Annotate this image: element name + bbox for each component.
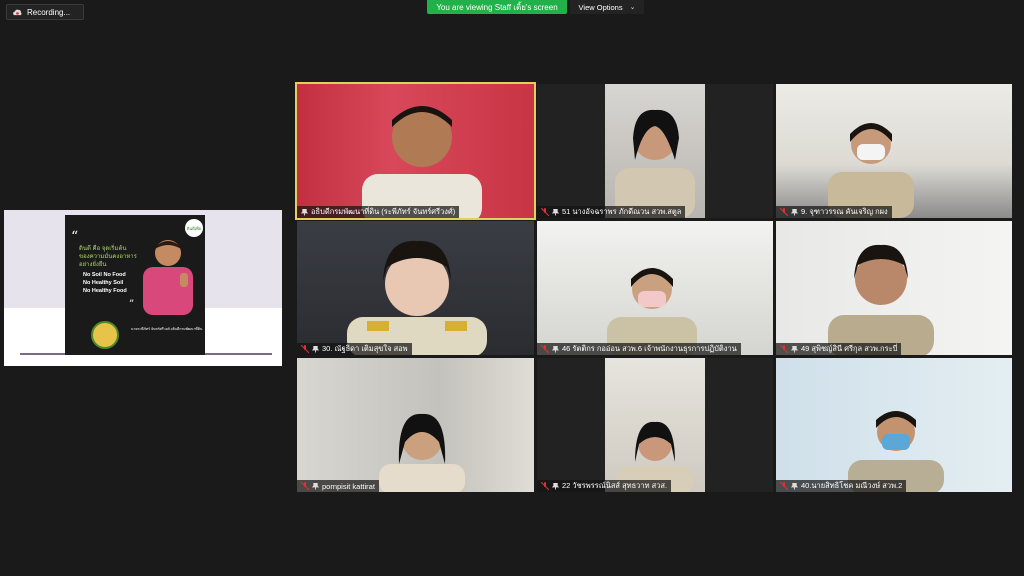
shared-screen[interactable]: “ ดินดี คือ จุดเริ่มต้น ของความมั่นคงอาห… — [4, 210, 282, 366]
viewing-text: You are viewing Staff เติ้ย's screen — [436, 2, 558, 12]
participant-name-tag: 40.นายสิทธิโชค มณีวงษ์ สวพ.2 — [776, 480, 907, 492]
participant-name: 22 วัชรพรรณ์นิสส์ สุทธวาท สวส. — [562, 481, 668, 490]
participant-name: อธิบดีกรมพัฒนาที่ดิน (ระพีภัทร์ จันทร์ศร… — [311, 207, 456, 216]
participant-name-tag: 49 สุพิชญ์สินี ศรีกุล สวพ.กระบี่ — [776, 343, 902, 355]
participant-name: 51 นางอัจฉราพร ภักดีณวน สวพ.สตูล — [562, 207, 682, 216]
close-quote-icon: ” — [129, 299, 135, 310]
video-tile[interactable]: pornpisit kattirat — [297, 358, 534, 492]
video-tile[interactable]: 9. จุฑาวรรณ คันเจริญ กผง — [776, 84, 1012, 218]
english-line: No Soil No Food — [83, 272, 126, 278]
view-options-button[interactable]: View Options ⌄ — [570, 0, 644, 14]
video-tile[interactable]: 46 รัตติกร กออ่อน สวพ.6 เจ้าพนักงานธุรกา… — [537, 221, 773, 355]
pin-icon — [552, 208, 559, 216]
participant-video — [607, 268, 697, 355]
pin-icon — [791, 208, 798, 216]
participant-video — [362, 106, 482, 218]
video-tile[interactable]: 30. ณัฐธิดา เติมสุขใจ สอพ — [297, 221, 534, 355]
pin-icon — [791, 482, 798, 490]
participant-video — [828, 123, 914, 218]
pin-icon — [552, 482, 559, 490]
pin-icon — [312, 482, 319, 490]
participant-name-tag: 46 รัตติกร กออ่อน สวพ.6 เจ้าพนักงานธุรกา… — [537, 343, 741, 355]
video-tile[interactable]: 40.นายสิทธิโชค มณีวงษ์ สวพ.2 — [776, 358, 1012, 492]
participant-video — [848, 411, 944, 492]
open-quote-icon: “ — [71, 229, 79, 245]
headline-line: ดินดี คือ จุดเริ่มต้น — [79, 246, 127, 252]
participant-video — [615, 109, 695, 218]
participant-name: 40.นายสิทธิโชค มณีวงษ์ สวพ.2 — [801, 481, 903, 490]
video-tile[interactable]: 51 นางอัจฉราพร ภักดีณวน สวพ.สตูล — [537, 84, 773, 218]
video-tile-host[interactable]: อธิบดีกรมพัฒนาที่ดิน (ระพีภัทร์ จันทร์ศร… — [295, 82, 536, 220]
headline-line: อย่างยั่งยืน — [79, 262, 107, 268]
pin-icon — [791, 345, 798, 353]
english-line: No Healthy Food — [83, 288, 127, 294]
poster-headline: ดินดี คือ จุดเริ่มต้น ของความมั่นคงอาหาร… — [79, 245, 149, 269]
recording-indicator[interactable]: Recording... — [6, 4, 84, 20]
viewing-screen-banner: You are viewing Staff เติ้ย's screen — [427, 0, 567, 14]
department-emblem — [91, 321, 119, 349]
mic-muted-icon — [301, 482, 309, 490]
pin-icon — [312, 345, 319, 353]
participant-name-tag: 30. ณัฐธิดา เติมสุขใจ สอพ — [297, 343, 412, 355]
headline-line: ของความมั่นคงอาหาร — [79, 254, 137, 260]
mic-muted-icon — [301, 345, 309, 353]
participant-name: 30. ณัฐธิดา เติมสุขใจ สอพ — [322, 344, 408, 353]
participant-name-tag: pornpisit kattirat — [297, 480, 379, 492]
pin-icon — [552, 345, 559, 353]
participant-name-tag: อธิบดีกรมพัฒนาที่ดิน (ระพีภัทร์ จันทร์ศร… — [297, 206, 460, 218]
mic-muted-icon — [780, 482, 788, 490]
slide-poster: “ ดินดี คือ จุดเริ่มต้น ของความมั่นคงอาห… — [65, 215, 205, 355]
participant-name: 46 รัตติกร กออ่อน สวพ.6 เจ้าพนักงานธุรกา… — [562, 344, 737, 353]
participant-video — [379, 413, 465, 492]
video-tile[interactable]: 49 สุพิชญ์สินี ศรีกุล สวพ.กระบี่ — [776, 221, 1012, 355]
mic-muted-icon — [541, 482, 549, 490]
participant-name-tag: 9. จุฑาวรรณ คันเจริญ กผง — [776, 206, 892, 218]
chevron-down-icon: ⌄ — [629, 4, 636, 11]
logo-text: ดินดีเพื่อ — [186, 225, 202, 231]
pin-icon — [301, 208, 308, 216]
mic-muted-icon — [780, 208, 788, 216]
campaign-logo: ดินดีเพื่อ — [185, 219, 203, 237]
mic-muted-icon — [780, 345, 788, 353]
video-tile[interactable]: 22 วัชรพรรณ์นิสส์ สุทธวาท สวส. — [537, 358, 773, 492]
cloud-record-icon — [13, 9, 22, 15]
participant-video — [347, 240, 487, 355]
participant-name: pornpisit kattirat — [322, 481, 375, 491]
recording-label: Recording... — [27, 7, 71, 17]
mic-muted-icon — [541, 345, 549, 353]
participant-name-tag: 22 วัชรพรรณ์นิสส์ สุทธวาท สวส. — [537, 480, 672, 492]
view-options-label: View Options — [578, 2, 623, 12]
participant-video — [828, 244, 934, 355]
poster-caption: นายระพีภัทร์ จันทร์ศรีวงศ์ อธิบดีกรมพัฒน… — [131, 327, 203, 331]
poster-english: No Soil No Food No Healthy Soil No Healt… — [83, 271, 127, 295]
participant-name-tag: 51 นางอัจฉราพร ภักดีณวน สวพ.สตูล — [537, 206, 686, 218]
english-line: No Healthy Soil — [83, 280, 124, 286]
mic-muted-icon — [541, 208, 549, 216]
participant-name: 9. จุฑาวรรณ คันเจริญ กผง — [801, 207, 888, 216]
participant-name: 49 สุพิชญ์สินี ศรีกุล สวพ.กระบี่ — [801, 344, 898, 353]
